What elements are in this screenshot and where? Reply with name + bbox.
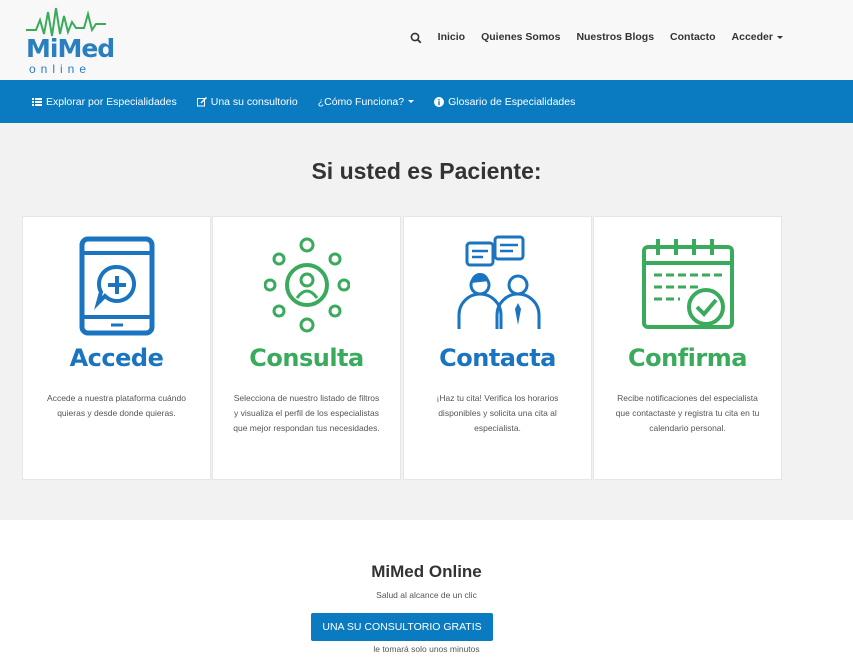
card-description: ¡Haz tu cita! Verifica los horarios disp… xyxy=(436,393,559,433)
card-confirma: Confirma Recibe notificaciones del espec… xyxy=(593,216,782,480)
cta-note: le tomará solo unos minutos xyxy=(373,644,480,654)
nav-quienes-somos[interactable]: Quienes Somos xyxy=(481,31,560,43)
cta-subtitle: Salud al alcance de un clic xyxy=(376,590,477,600)
logo-wordmark: MiMed xyxy=(26,34,115,63)
logo-subtitle: online xyxy=(29,62,92,76)
patient-section: Si usted es Paciente: Accede Accede a nu… xyxy=(0,123,853,520)
nav-una-consultorio[interactable]: Una su consultorio xyxy=(196,95,298,108)
list-icon xyxy=(32,97,42,107)
info-icon xyxy=(434,96,445,107)
card-contacta: Contacta ¡Haz tu cita! Verifica los hora… xyxy=(403,216,592,480)
card-title: Confirma xyxy=(628,344,747,372)
section-title: Si usted es Paciente: xyxy=(311,158,542,184)
nav-glosario-especialidades[interactable]: Glosario de Especialidades xyxy=(434,96,575,108)
nav-contacto[interactable]: Contacto xyxy=(670,31,716,43)
logo-mi: Mi xyxy=(26,34,58,63)
nav-como-funciona-dropdown[interactable]: ¿Cómo Funciona? xyxy=(317,95,415,108)
calendar-check-icon xyxy=(641,239,734,329)
header: MiMed online Inicio Quienes Somos Nuestr… xyxy=(0,0,853,80)
register-office-button[interactable]: UNA SU CONSULTORIO GRATIS xyxy=(311,613,493,641)
logo[interactable]: MiMed online xyxy=(26,6,115,76)
card-accede: Accede Accede a nuestra plataforma cuánd… xyxy=(22,216,211,480)
top-navigation: Inicio Quienes Somos Nuestros Blogs Cont… xyxy=(410,31,783,44)
nav-acceder-label: Acceder xyxy=(731,31,773,43)
search-icon[interactable] xyxy=(410,31,422,44)
tablet-plus-icon xyxy=(79,236,154,336)
card-consulta: Consulta Selecciona de nuestro listado d… xyxy=(212,216,401,480)
chat-people-icon xyxy=(457,235,540,329)
logo-med: Med xyxy=(57,34,115,63)
secondary-navigation: Explorar por Especialidades Una su consu… xyxy=(0,80,853,123)
card-description: Accede a nuestra plataforma cuándo quier… xyxy=(47,393,186,418)
nav-explorar-especialidades[interactable]: Explorar por Especialidades xyxy=(32,96,177,108)
nav-inicio[interactable]: Inicio xyxy=(438,31,465,43)
nav-una-label: Una su consultorio xyxy=(210,95,298,108)
cta-title: MiMed Online xyxy=(371,562,482,581)
card-description: Selecciona de nuestro listado de filtros… xyxy=(233,393,380,433)
nav-glosario-label: Glosario de Especialidades xyxy=(448,95,576,108)
caret-down-icon xyxy=(777,35,783,39)
cta-section: MiMed Online Salud al alcance de un clic… xyxy=(0,520,853,671)
nav-acceder-dropdown[interactable]: Acceder xyxy=(732,31,783,43)
edit-icon xyxy=(196,96,207,107)
nav-nuestros-blogs[interactable]: Nuestros Blogs xyxy=(576,31,654,43)
card-title: Accede xyxy=(69,344,164,372)
nav-explorar-label: Explorar por Especialidades xyxy=(46,95,177,108)
nav-como-label: ¿Cómo Funciona? xyxy=(317,95,405,108)
caret-down-icon xyxy=(408,100,415,103)
card-title: Contacta xyxy=(439,344,556,372)
card-description: Recibe notificaciones del especialista q… xyxy=(615,393,760,433)
user-network-icon xyxy=(263,237,350,333)
card-title: Consulta xyxy=(249,344,364,372)
